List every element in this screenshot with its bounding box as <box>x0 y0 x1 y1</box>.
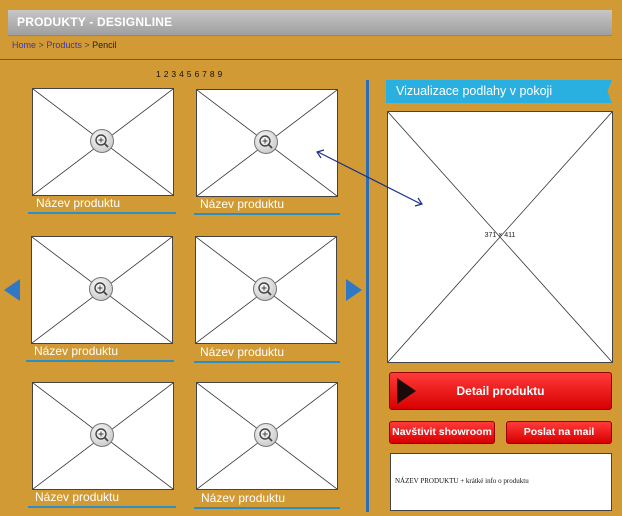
zoom-icon[interactable] <box>90 423 114 447</box>
product-image[interactable]: 2 75 <box>32 382 174 490</box>
name-underline <box>28 212 176 214</box>
send-mail-button[interactable]: Poslat na mail <box>506 421 612 444</box>
room-visualization-image: 371 × 411 <box>387 111 613 363</box>
product-image[interactable]: 2 75 <box>196 382 338 490</box>
breadcrumb-separator: > <box>84 40 90 50</box>
zoom-icon[interactable] <box>90 129 114 153</box>
page-header: PRODUKTY - DESIGNLINE <box>8 10 612 36</box>
breadcrumb-separator: > <box>38 40 44 50</box>
product-name[interactable]: Název produktu <box>201 491 285 505</box>
breadcrumb-products-link[interactable]: Products <box>46 40 82 50</box>
detail-product-button[interactable]: Detail produktu <box>389 372 612 410</box>
ribbon-tail <box>602 80 612 103</box>
product-name[interactable]: Název produktu <box>35 490 119 504</box>
page-title: PRODUKTY - DESIGNLINE <box>17 15 173 29</box>
product-info-text: NÁZEV PRODUKTU + krátké info o produktu <box>395 477 529 485</box>
pagination[interactable]: 1 2 3 4 5 6 7 8 9 <box>156 69 223 79</box>
name-underline <box>194 213 340 215</box>
product-name[interactable]: Název produktu <box>36 196 120 210</box>
detail-product-label: Detail produktu <box>456 384 545 398</box>
product-name[interactable]: Název produktu <box>200 197 284 211</box>
product-image[interactable]: 2 75 <box>195 236 337 344</box>
previous-arrow-icon[interactable] <box>4 279 20 301</box>
zoom-icon[interactable] <box>89 277 113 301</box>
zoom-icon[interactable] <box>254 130 278 154</box>
visualization-ribbon: Vizualizace podlahy v pokoji <box>386 80 602 103</box>
breadcrumb-current: Pencil <box>92 40 117 50</box>
product-image[interactable]: 2 75 <box>32 88 174 196</box>
next-arrow-icon[interactable] <box>346 279 362 301</box>
visit-showroom-button[interactable]: Navštivit showroom <box>389 421 495 444</box>
breadcrumb: Home > Products > Pencil <box>12 40 117 50</box>
product-image[interactable]: 2 75 <box>31 236 173 344</box>
zoom-icon[interactable] <box>254 423 278 447</box>
zoom-icon[interactable] <box>253 277 277 301</box>
product-name[interactable]: Název produktu <box>200 345 284 359</box>
name-underline <box>28 506 176 508</box>
column-separator <box>366 80 369 512</box>
product-info-box: NÁZEV PRODUKTU + krátké info o produktu <box>390 453 612 511</box>
product-image[interactable]: 2 75 <box>196 89 338 197</box>
name-underline <box>194 361 340 363</box>
image-dimensions: 371 × 411 <box>484 232 516 239</box>
visualization-title: Vizualizace podlahy v pokoji <box>396 84 553 98</box>
product-name[interactable]: Název produktu <box>34 344 118 358</box>
name-underline <box>194 507 340 509</box>
header-divider <box>0 59 622 60</box>
breadcrumb-home-link[interactable]: Home <box>12 40 36 50</box>
name-underline <box>26 360 174 362</box>
